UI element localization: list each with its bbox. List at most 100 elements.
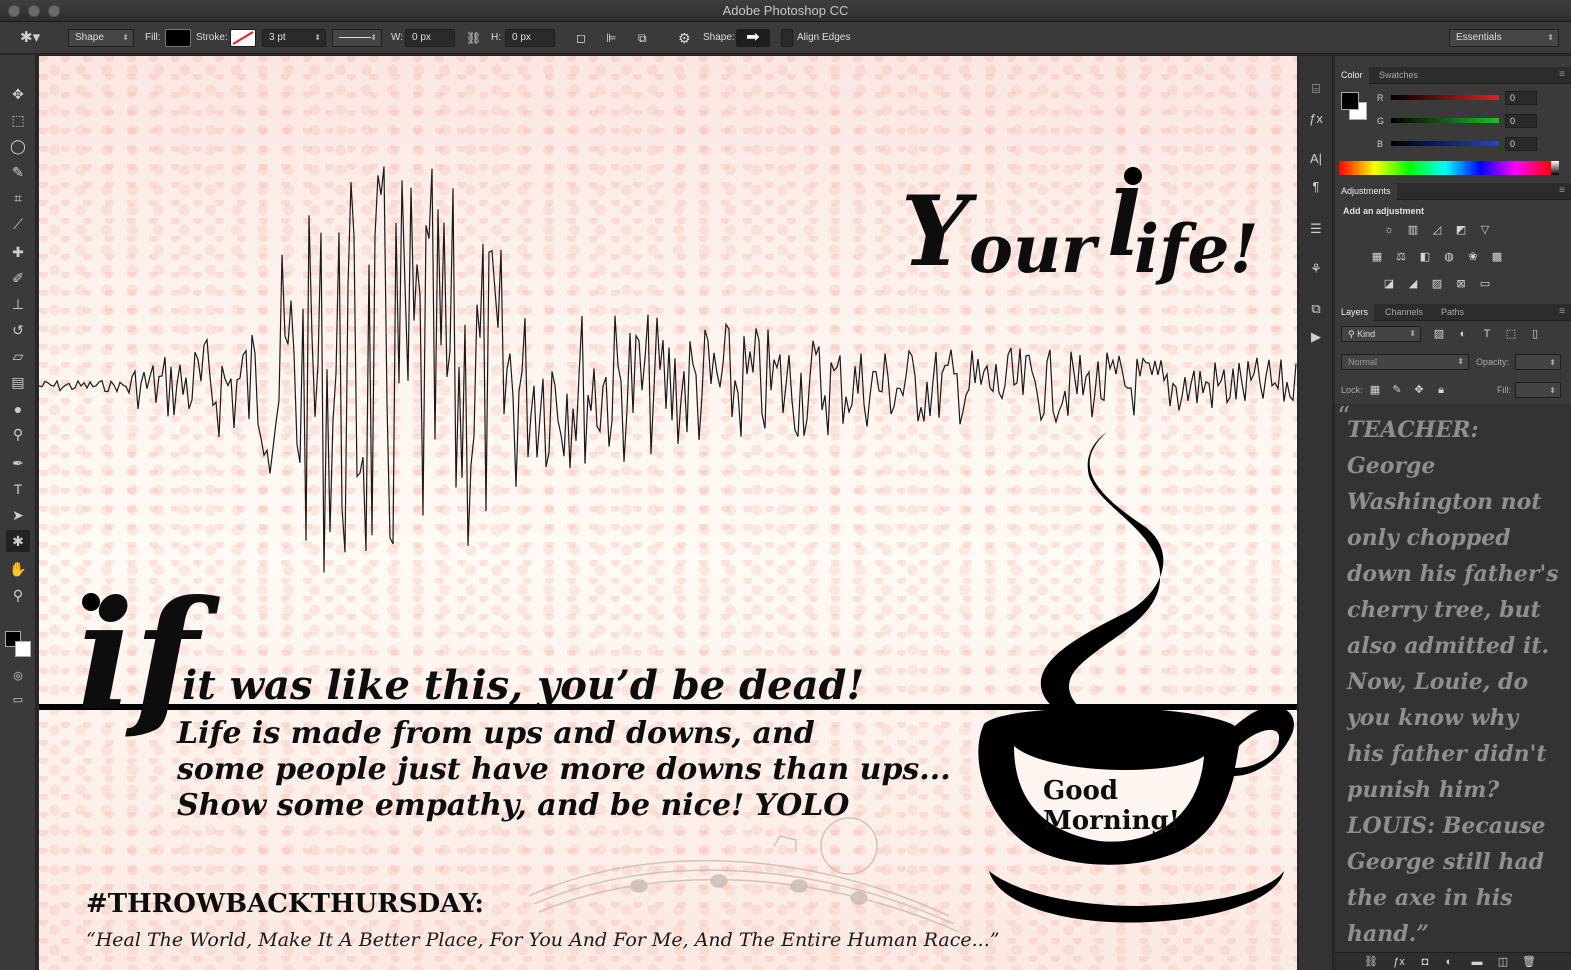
link-layers-icon[interactable]: ⛓ [1363,955,1379,969]
styles-panel-icon[interactable]: ƒx [1306,110,1326,128]
color-lookup-adjustment-icon[interactable]: ▩ [1489,250,1505,264]
eraser-icon[interactable]: ▱ [6,345,30,367]
gradient-icon[interactable]: ▤ [6,371,30,393]
brightness-adjustment-icon[interactable]: ☼ [1381,223,1397,237]
background-color-swatch[interactable] [15,641,31,657]
move-icon[interactable]: ✥ [6,83,30,105]
character-panel-icon[interactable]: A| [1306,150,1326,168]
tab-adjustments[interactable]: Adjustments [1335,183,1397,200]
custom-shape-tool-preset-icon[interactable]: ✱▾ [20,29,40,47]
path-arrangement-icon[interactable]: ⧉ [638,29,647,47]
channel-value-input[interactable]: 0 [1505,91,1537,105]
pixel-layer-filter-icon[interactable]: ▨ [1431,327,1447,341]
custom-shape-icon[interactable]: ✱ [6,530,30,552]
height-input[interactable]: 0 px [505,29,555,47]
lock-pixels-icon[interactable]: ✎ [1389,383,1405,397]
smart-object-filter-icon[interactable]: ▯ [1527,327,1543,341]
posterize-adjustment-icon[interactable]: ◢ [1405,277,1421,291]
timeline-panel-icon[interactable]: ⧉ [1306,300,1326,318]
eyedropper-icon[interactable]: ⟋ [6,213,30,235]
levels-adjustment-icon[interactable]: ▥ [1405,223,1421,237]
align-edges-checkbox[interactable] [781,29,793,47]
opacity-input[interactable] [1515,354,1561,371]
panel-menu-icon[interactable]: ≡ [1559,69,1565,80]
add-mask-icon[interactable]: ◘ [1417,955,1433,969]
vibrance-adjustment-icon[interactable]: ▽ [1477,223,1493,237]
layer-style-icon[interactable]: ƒx [1391,955,1407,969]
channel-mixer-adjustment-icon[interactable]: ❀ [1465,250,1481,264]
new-group-icon[interactable]: ▬ [1469,955,1485,969]
stroke-swatch[interactable] [230,29,256,47]
lock-all-icon[interactable]: 🔒︎ [1433,383,1449,397]
path-select-icon[interactable]: ➤ [6,504,30,526]
history-panel-icon[interactable]: ⌸ [1306,80,1326,98]
adjustment-layer-filter-icon[interactable]: ◐ [1455,327,1471,341]
brush-presets-panel-icon[interactable]: ⚘ [1306,260,1326,278]
zoom-icon[interactable]: ⚲ [6,584,30,606]
lock-position-icon[interactable]: ✥ [1411,383,1427,397]
type-icon[interactable]: T [6,478,30,500]
document-canvas[interactable]: Y our l ife! if it was like this, you’d … [39,56,1297,970]
type-layer-filter-icon[interactable]: T [1479,327,1495,341]
brush-icon[interactable]: ✐ [6,267,30,289]
curves-adjustment-icon[interactable]: ◿ [1429,223,1445,237]
exposure-adjustment-icon[interactable]: ◩ [1453,223,1469,237]
layer-kind-filter[interactable]: ⚲ Kind [1341,326,1421,342]
new-layer-icon[interactable]: ◫ [1495,955,1511,969]
selective-color-adjustment-icon[interactable]: ⊠ [1453,277,1469,291]
actions-play-icon[interactable]: ▶ [1306,328,1326,346]
tab-swatches[interactable]: Swatches [1373,67,1424,84]
stroke-width-input[interactable]: 3 pt [262,29,326,47]
workspace-select[interactable]: Essentials [1449,29,1559,47]
width-input[interactable]: 0 px [405,29,455,47]
properties-panel-icon[interactable]: ☰ [1306,220,1326,238]
channel-slider[interactable] [1391,118,1499,123]
new-adjustment-icon[interactable]: ◐ [1441,955,1457,969]
stamp-icon[interactable]: ⊥ [6,293,30,315]
paragraph-panel-icon[interactable]: ¶ [1306,178,1326,196]
blend-mode-select[interactable]: Normal [1341,354,1469,370]
marquee-icon[interactable]: ⬚ [6,109,30,131]
tab-channels[interactable]: Channels [1379,304,1429,321]
history-brush-icon[interactable]: ↺ [6,319,30,341]
quick-select-icon[interactable]: ✎ [6,161,30,183]
crop-icon[interactable]: ⌗ [6,187,30,209]
lasso-icon[interactable]: ◯ [6,135,30,157]
channel-slider[interactable] [1391,141,1499,146]
hand-icon[interactable]: ✋ [6,558,30,580]
delete-layer-icon[interactable]: 🗑︎ [1521,955,1537,969]
tab-color[interactable]: Color [1335,67,1369,84]
screen-mode-icon[interactable]: ▭ [6,689,30,711]
fill-swatch[interactable] [165,29,191,47]
tool-mode-select[interactable]: Shape [68,29,134,47]
invert-adjustment-icon[interactable]: ◪ [1381,277,1397,291]
channel-value-input[interactable]: 0 [1505,137,1537,151]
tab-layers[interactable]: Layers [1335,304,1375,321]
gradient-map-adjustment-icon[interactable]: ▭ [1477,277,1493,291]
photo-filter-adjustment-icon[interactable]: ◍ [1441,250,1457,264]
healing-icon[interactable]: ✚ [6,241,30,263]
blur-icon[interactable]: ● [6,398,30,420]
pen-icon[interactable]: ✒ [6,452,30,474]
hue-saturation-adjustment-icon[interactable]: ▦ [1369,250,1385,264]
gear-icon[interactable]: ⚙ [678,29,691,47]
tab-paths[interactable]: Paths [1435,304,1470,321]
path-operations-icon[interactable]: ◻ [576,29,586,47]
channel-value-input[interactable]: 0 [1505,114,1537,128]
panel-menu-icon[interactable]: ≡ [1559,185,1565,196]
shape-picker[interactable]: ➡ [736,29,770,47]
link-dimensions-icon[interactable]: ⛓ [466,29,481,47]
channel-slider[interactable] [1391,95,1499,100]
color-spectrum[interactable] [1339,161,1551,175]
color-foreground-swatch[interactable] [1341,92,1359,110]
black-white-adjustment-icon[interactable]: ◧ [1417,250,1433,264]
shape-layer-filter-icon[interactable]: ⬚ [1503,327,1519,341]
grayscale-ramp[interactable] [1551,161,1559,175]
quick-mask-icon[interactable]: ◎ [6,665,30,687]
color-balance-adjustment-icon[interactable]: ⚖ [1393,250,1409,264]
stroke-type-select[interactable] [332,29,382,47]
panel-menu-icon[interactable]: ≡ [1559,306,1565,317]
threshold-adjustment-icon[interactable]: ▨ [1429,277,1445,291]
dodge-icon[interactable]: ⚲ [6,423,30,445]
lock-transparency-icon[interactable]: ▦ [1367,383,1383,397]
